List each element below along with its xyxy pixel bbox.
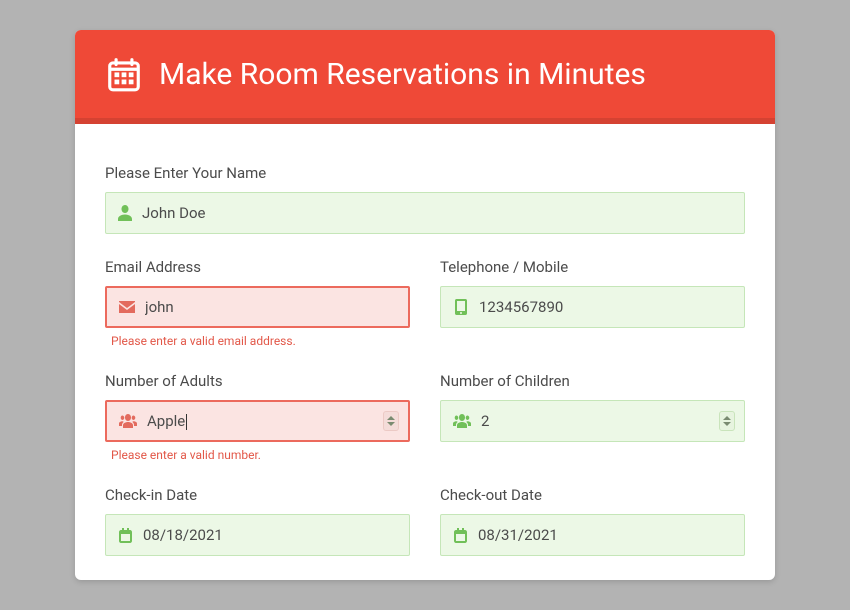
input-wrap-phone[interactable] (440, 286, 745, 328)
field-checkout: Check-out Date (440, 486, 745, 556)
field-adults: Number of Adults Apple Please enter a va… (105, 372, 410, 462)
chevron-up-icon (723, 416, 731, 420)
phone-icon (453, 299, 469, 315)
field-email: Email Address Please enter a valid email… (105, 258, 410, 348)
email-error: Please enter a valid email address. (105, 334, 410, 348)
children-stepper[interactable] (720, 411, 734, 431)
label-adults: Number of Adults (105, 372, 410, 390)
form-content: Please Enter Your Name Email Address Ple… (75, 124, 775, 556)
label-checkin: Check-in Date (105, 486, 410, 504)
input-wrap-adults[interactable]: Apple (105, 400, 410, 442)
field-phone: Telephone / Mobile (440, 258, 745, 348)
adults-error: Please enter a valid number. (105, 448, 410, 462)
calendar-icon (105, 55, 143, 93)
reservation-card: Make Room Reservations in Minutes Please… (75, 30, 775, 580)
field-name: Please Enter Your Name (105, 164, 745, 234)
input-wrap-children[interactable]: 2 (440, 400, 745, 442)
field-children: Number of Children 2 (440, 372, 745, 462)
label-checkout: Check-out Date (440, 486, 745, 504)
label-email: Email Address (105, 258, 410, 276)
input-wrap-checkin[interactable] (105, 514, 410, 556)
header: Make Room Reservations in Minutes (75, 30, 775, 124)
label-phone: Telephone / Mobile (440, 258, 745, 276)
chevron-up-icon (387, 416, 395, 420)
adults-value: Apple (147, 412, 185, 430)
page-title: Make Room Reservations in Minutes (159, 57, 646, 92)
chevron-down-icon (387, 422, 395, 426)
checkin-input[interactable] (143, 526, 397, 544)
users-icon (119, 414, 137, 428)
envelope-icon (119, 301, 135, 313)
calendar-icon (453, 528, 468, 543)
children-value: 2 (481, 412, 489, 430)
text-cursor (186, 414, 187, 430)
users-icon (453, 414, 471, 428)
label-children: Number of Children (440, 372, 745, 390)
input-wrap-name[interactable] (105, 192, 745, 234)
chevron-down-icon (723, 422, 731, 426)
phone-input[interactable] (479, 298, 732, 316)
email-input[interactable] (145, 298, 396, 316)
calendar-icon (118, 528, 133, 543)
field-checkin: Check-in Date (105, 486, 410, 556)
label-name: Please Enter Your Name (105, 164, 745, 182)
input-wrap-email[interactable] (105, 286, 410, 328)
user-icon (118, 205, 132, 221)
adults-stepper[interactable] (384, 411, 398, 431)
input-wrap-checkout[interactable] (440, 514, 745, 556)
name-input[interactable] (142, 204, 732, 222)
checkout-input[interactable] (478, 526, 732, 544)
